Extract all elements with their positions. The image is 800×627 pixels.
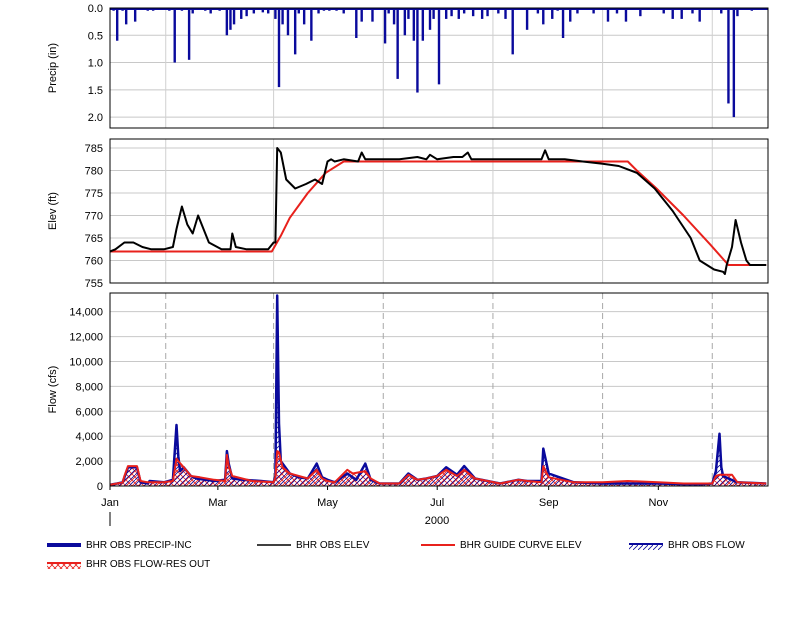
flow-ytick-label: 8,000 — [75, 381, 103, 393]
flow-plot-frame — [109, 292, 769, 487]
xtick-label: Jan — [101, 497, 119, 509]
precip-bar — [698, 8, 701, 22]
legend-swatch-flow — [629, 543, 663, 550]
precip-bar — [732, 8, 736, 118]
precip-bar — [232, 8, 236, 25]
xtick-label: Sep — [539, 497, 559, 509]
precip-bar — [173, 8, 176, 63]
obs-flow-area — [110, 295, 767, 486]
precip-bar — [412, 8, 416, 41]
precip-bar — [310, 8, 313, 41]
flow-ytick-label: 0 — [97, 481, 103, 493]
legend-label-guide: BHR GUIDE CURVE ELEV — [460, 539, 582, 551]
precip-bar — [133, 8, 137, 22]
elev-ytick-label: 785 — [85, 143, 103, 155]
elev-ytick-label: 755 — [85, 278, 103, 290]
precip-bar — [293, 8, 297, 55]
precip-bar — [511, 8, 514, 55]
elev-axis-title: Elev (ft) — [47, 192, 59, 230]
xtick-label: Jul — [430, 497, 444, 509]
precip-bar — [371, 8, 374, 22]
chart-legend: BHR OBS PRECIP-INC BHR OBS ELEV BHR GUID… — [0, 534, 800, 574]
precip-bar — [421, 8, 425, 41]
precip-bar — [561, 8, 565, 38]
xtick-label: Nov — [649, 497, 669, 509]
obs-elev-line — [110, 147, 767, 275]
legend-item-flow: BHR OBS FLOW — [628, 536, 745, 554]
precip-bar — [569, 8, 572, 22]
precip-ytick-label: 2.0 — [88, 112, 103, 124]
precip-bar — [355, 8, 358, 38]
flow-axis-title: Flow (cfs) — [47, 366, 59, 414]
flow-ytick-label: 2,000 — [75, 456, 103, 468]
elev-ytick-label: 760 — [85, 256, 103, 268]
legend-label-flow: BHR OBS FLOW — [668, 539, 745, 551]
precip-bar — [302, 8, 306, 25]
obs-flow-line — [110, 294, 767, 486]
precip-bar — [403, 8, 407, 36]
precip-bar — [124, 8, 128, 25]
precip-bar — [727, 8, 730, 104]
elev-ytick-label: 775 — [85, 188, 103, 200]
elev-ytick-label: 765 — [85, 233, 103, 245]
flow-ytick-label: 12,000 — [69, 332, 103, 344]
legend-swatch-resout — [47, 562, 81, 569]
precip-bar — [277, 8, 281, 88]
legend-item-elev: BHR OBS ELEV — [256, 536, 369, 554]
legend-swatch-guide — [421, 544, 455, 546]
precip-bar — [392, 8, 396, 25]
legend-swatch-precip — [47, 543, 81, 547]
legend-label-elev: BHR OBS ELEV — [296, 539, 370, 551]
precip-bar — [225, 8, 229, 36]
legend-item-resout: BHR OBS FLOW-RES OUT — [46, 555, 210, 573]
xtick-label: May — [317, 497, 338, 509]
precip-bar — [525, 8, 529, 30]
precip-axis-title: Precip (in) — [47, 43, 59, 93]
precip-bar — [115, 8, 119, 41]
precip-ytick-label: 1.5 — [88, 85, 103, 97]
precip-bar — [437, 8, 441, 85]
precip-bar — [624, 8, 628, 22]
legend-item-guide: BHR GUIDE CURVE ELEV — [420, 536, 582, 554]
precip-bar — [606, 8, 610, 22]
xtick-label: Mar — [208, 497, 227, 509]
elev-ytick-label: 770 — [85, 211, 103, 223]
precip-ytick-label: 1.0 — [88, 58, 103, 70]
elev-ytick-label: 780 — [85, 166, 103, 178]
legend-label-precip: BHR OBS PRECIP-INC — [86, 539, 192, 551]
legend-swatch-elev — [257, 544, 291, 546]
legend-item-precip: BHR OBS PRECIP-INC — [46, 536, 192, 554]
elev-series — [110, 147, 767, 275]
precip-bar — [229, 8, 232, 30]
precip-bar — [281, 8, 284, 25]
flow-ytick-label: 4,000 — [75, 431, 103, 443]
xaxis-year-label: 2000 — [425, 515, 449, 527]
precip-bar — [383, 8, 387, 44]
precip-ytick-label: 0.0 — [88, 3, 103, 15]
precip-bar — [416, 8, 419, 93]
precip-bar — [396, 8, 399, 79]
chart-figure: 0.0 0.5 1.0 1.5 2.0 Precip (in) 755 760 765 770 77… — [47, 3, 769, 527]
precip-bar — [542, 8, 545, 25]
precip-bar — [360, 8, 363, 22]
legend-label-resout: BHR OBS FLOW-RES OUT — [86, 558, 211, 570]
flow-series — [110, 294, 767, 486]
precip-bar — [187, 8, 191, 60]
guide-curve-line — [110, 160, 767, 266]
precip-bar — [428, 8, 432, 30]
flow-ytick-label: 10,000 — [69, 356, 103, 368]
flow-ytick-label: 14,000 — [69, 307, 103, 319]
precip-bar — [286, 8, 290, 36]
precip-ytick-label: 0.5 — [88, 30, 103, 42]
flow-ytick-label: 6,000 — [75, 406, 103, 418]
